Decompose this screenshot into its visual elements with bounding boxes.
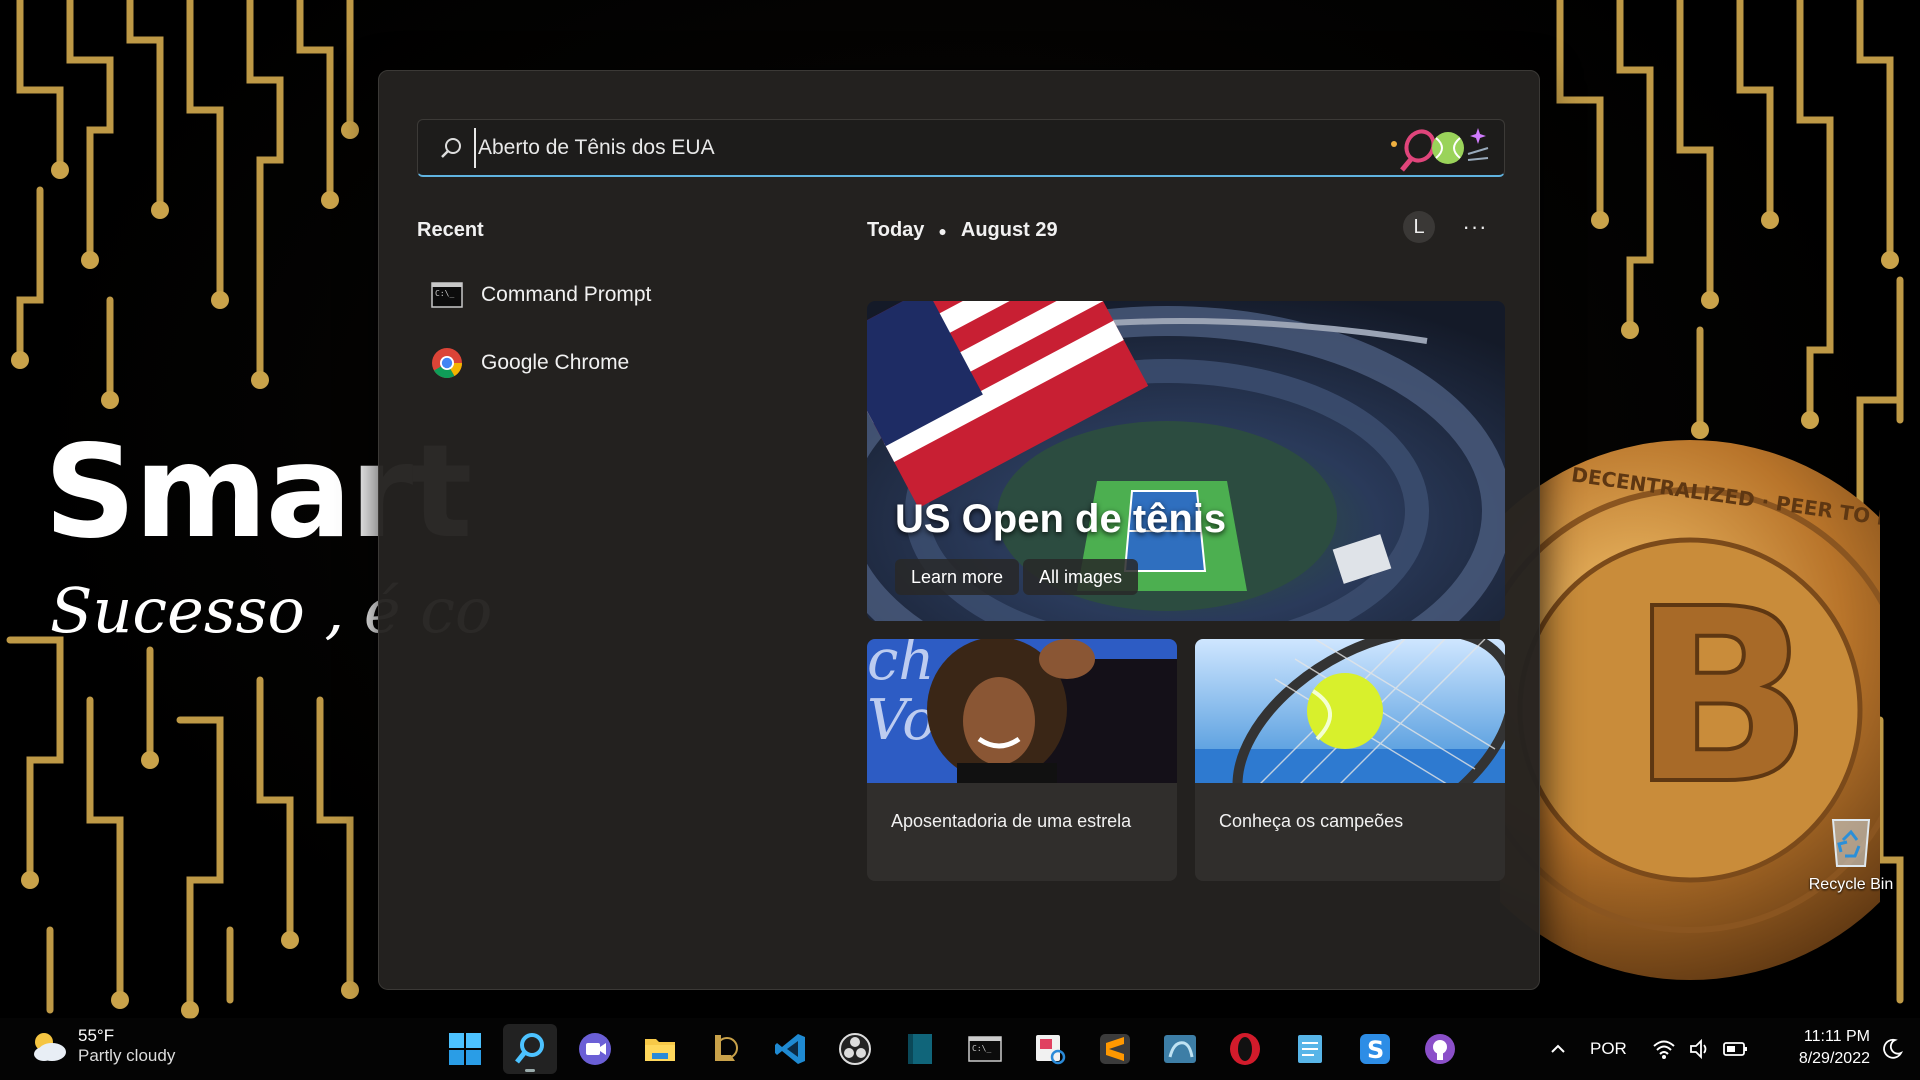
speaker-icon (1690, 1038, 1707, 1060)
terminal-icon: C:\_ (968, 1036, 1002, 1062)
taskbar-app-terminal[interactable]: C:\_ (958, 1024, 1012, 1074)
svg-text:Vo: Vo (867, 688, 936, 753)
notepad-icon (1298, 1035, 1322, 1063)
clock-date: 8/29/2022 (1798, 1050, 1870, 1067)
search-icon (515, 1033, 544, 1064)
clock-time: 11:11 PM (1803, 1028, 1870, 1045)
recent-item-label: Google Chrome (481, 351, 630, 374)
start-button[interactable] (438, 1024, 492, 1074)
taskbar: 55°F Partly cloudy C:\_ S POR 11:11 PM 8… (0, 1018, 1920, 1080)
weather-widget[interactable]: 55°F Partly cloudy (28, 1026, 175, 1066)
weather-temperature: 55°F (78, 1026, 115, 1045)
learn-more-button[interactable]: Learn more (895, 559, 1020, 595)
language-indicator[interactable]: POR (1590, 1018, 1627, 1080)
search-input[interactable] (474, 127, 1388, 168)
news-card-caption: Aposentadoria de uma estrela (891, 811, 1132, 831)
svg-text:B: B (1630, 557, 1813, 837)
sublime-text-icon (1100, 1034, 1130, 1064)
taskbar-app-file-explorer[interactable] (633, 1024, 687, 1074)
separator-dot: ● (938, 222, 947, 239)
league-of-legends-icon (715, 1035, 738, 1061)
svg-text:ch: ch (867, 639, 934, 693)
taskbar-search-button[interactable] (503, 1024, 557, 1074)
vscode-icon (775, 1034, 805, 1064)
network-status[interactable] (1652, 1018, 1676, 1080)
svg-text:C:\_: C:\_ (972, 1044, 991, 1053)
recycle-bin-label: Recycle Bin (1808, 876, 1894, 893)
taskbar-app-opera[interactable] (1218, 1024, 1272, 1074)
taskbar-clock[interactable]: 11:11 PM 8/29/2022 (1766, 1026, 1870, 1070)
recycle-bin[interactable]: Recycle Bin (1796, 810, 1906, 894)
more-options-button[interactable]: ··· (1457, 211, 1493, 243)
obs-icon (839, 1033, 871, 1065)
taskbar-app-meet[interactable] (568, 1024, 622, 1074)
windows-search-panel: Recent C:\_ Command Prompt Google Chrome… (378, 70, 1540, 990)
simplenote-icon: S (1360, 1034, 1390, 1064)
weather-condition: Partly cloudy (78, 1046, 176, 1065)
taskbar-app-league[interactable] (698, 1024, 752, 1074)
volume-control[interactable] (1688, 1018, 1712, 1080)
taskbar-app-obs[interactable] (828, 1024, 882, 1074)
battery-icon (1723, 1042, 1747, 1056)
mysql-workbench-icon (1164, 1035, 1196, 1063)
svg-text:C:\_: C:\_ (435, 289, 454, 298)
tennis-search-highlight-icon (1391, 127, 1489, 172)
tennis-player-photo: ch Vo (867, 639, 1177, 783)
active-indicator (525, 1069, 535, 1072)
chrome-icon (432, 348, 462, 379)
battery-status[interactable] (1722, 1018, 1750, 1080)
book-icon (908, 1034, 932, 1064)
recent-item-google-chrome[interactable]: Google Chrome (431, 341, 731, 385)
notifications-button[interactable] (1880, 1018, 1904, 1080)
date-label: August 29 (960, 219, 1058, 241)
taskbar-app-notepad[interactable] (1283, 1024, 1337, 1074)
recent-item-command-prompt[interactable]: C:\_ Command Prompt (431, 273, 731, 317)
today-header: Today ● August 29 (867, 219, 1058, 242)
recycle-bin-icon (1825, 810, 1877, 868)
news-card-retirement[interactable]: ch Vo Aposentadoria de uma estrela (867, 639, 1177, 881)
start-icon (449, 1033, 481, 1065)
command-prompt-icon: C:\_ (431, 282, 463, 308)
github-desktop-icon (1425, 1034, 1455, 1064)
taskbar-app-book[interactable] (893, 1024, 947, 1074)
file-explorer-icon (645, 1039, 675, 1061)
search-icon (441, 137, 461, 158)
bitcoin-coin-image: B DECENTRALIZED · PEER TO PEER · 1 OZ .9… (1500, 440, 1880, 980)
hero-title: US Open de tênis (895, 497, 1227, 541)
news-card-champions[interactable]: Conheça os campeões (1195, 639, 1505, 881)
recent-section-title: Recent (417, 219, 484, 241)
chevron-up-icon (1551, 1044, 1565, 1053)
taskbar-app-snipping-tool[interactable] (1023, 1024, 1077, 1074)
news-card-caption: Conheça os campeões (1219, 811, 1404, 831)
recent-item-label: Command Prompt (481, 283, 652, 306)
show-hidden-icons-button[interactable] (1548, 1018, 1568, 1080)
search-box[interactable] (417, 119, 1505, 177)
account-avatar-button[interactable]: L (1403, 211, 1435, 243)
meet-icon (579, 1033, 611, 1065)
taskbar-app-simplenote[interactable]: S (1348, 1024, 1402, 1074)
partly-cloudy-icon (34, 1033, 66, 1061)
snipping-tool-icon (1036, 1035, 1066, 1065)
taskbar-app-sublime[interactable] (1088, 1024, 1142, 1074)
svg-text:S: S (1367, 1036, 1384, 1064)
tennis-ball-racket-photo (1195, 639, 1505, 783)
today-label: Today (867, 219, 925, 241)
opera-icon (1230, 1033, 1260, 1065)
taskbar-app-mysql[interactable] (1153, 1024, 1207, 1074)
moon-icon (1883, 1038, 1904, 1059)
all-images-button[interactable]: All images (1023, 559, 1139, 595)
taskbar-app-vscode[interactable] (763, 1024, 817, 1074)
taskbar-app-github-desktop[interactable] (1413, 1024, 1467, 1074)
hero-card-us-open[interactable]: US Open de tênis Learn more All images (867, 301, 1505, 621)
wifi-icon (1653, 1040, 1675, 1059)
